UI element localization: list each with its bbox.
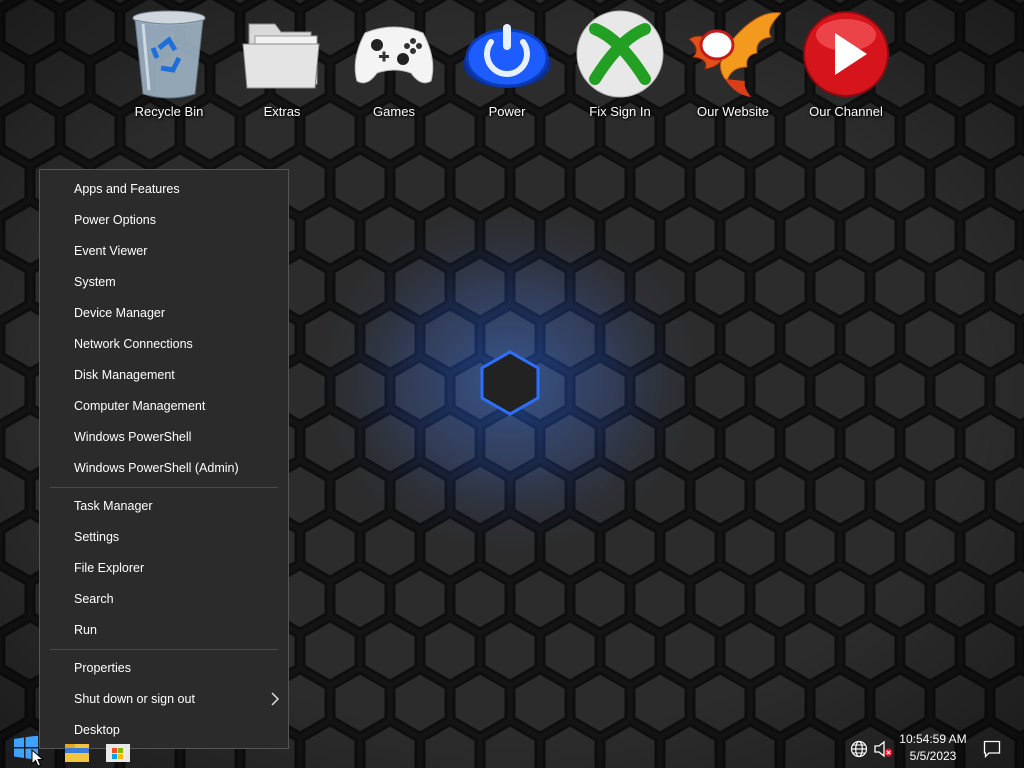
taskbar-clock[interactable]: 10:54:59 AM 5/5/2023: [895, 731, 971, 765]
desktop-icon-recycle-bin[interactable]: Recycle Bin: [121, 6, 217, 128]
play-icon: [798, 6, 894, 102]
desktop-icon-power[interactable]: Power: [459, 6, 555, 128]
menu-item-apps-and-features[interactable]: Apps and Features: [40, 174, 288, 204]
chevron-right-icon: [271, 692, 280, 706]
desktop-icon-label: Recycle Bin: [134, 104, 204, 119]
menu-item-system[interactable]: System: [40, 267, 288, 297]
network-globe-icon[interactable]: [850, 740, 868, 758]
gamepad-icon: [346, 6, 442, 102]
desktop-icon-label: Our Website: [696, 104, 769, 119]
menu-item-label: Shut down or sign out: [74, 692, 195, 706]
menu-separator: [50, 649, 278, 650]
menu-item-device-manager[interactable]: Device Manager: [40, 298, 288, 328]
desktop-icon-our-website[interactable]: Our Website: [685, 6, 781, 128]
menu-item-properties[interactable]: Properties: [40, 653, 288, 683]
folder-icon: [234, 6, 330, 102]
menu-item-file-explorer[interactable]: File Explorer: [40, 553, 288, 583]
desktop-icon-label: Our Channel: [809, 104, 883, 119]
clock-date: 5/5/2023: [909, 749, 957, 763]
menu-item-settings[interactable]: Settings: [40, 522, 288, 552]
mouse-cursor-icon: [31, 749, 45, 767]
menu-item-windows-powershell[interactable]: Windows PowerShell: [40, 422, 288, 452]
desktop-icon-extras[interactable]: Extras: [234, 6, 330, 128]
menu-item-event-viewer[interactable]: Event Viewer: [40, 236, 288, 266]
taskbar: [0, 728, 1024, 768]
menu-separator: [50, 487, 278, 488]
phoenix-icon: [685, 6, 781, 102]
recycle-bin-icon: [121, 6, 217, 102]
quick-link-menu: Apps and Features Power Options Event Vi…: [39, 169, 289, 749]
menu-item-shut-down-or-sign-out[interactable]: Shut down or sign out: [40, 684, 288, 714]
desktop-icon-label: Games: [373, 104, 415, 119]
desktop-icon-label: Power: [488, 104, 526, 119]
volume-muted-icon[interactable]: [874, 740, 894, 758]
desktop-icon-games[interactable]: Games: [346, 6, 442, 128]
menu-item-run[interactable]: Run: [40, 615, 288, 645]
menu-item-search[interactable]: Search: [40, 584, 288, 614]
power-icon: [459, 6, 555, 102]
menu-item-network-connections[interactable]: Network Connections: [40, 329, 288, 359]
file-explorer-icon[interactable]: [64, 742, 90, 762]
menu-item-windows-powershell-admin[interactable]: Windows PowerShell (Admin): [40, 453, 288, 483]
menu-item-disk-management[interactable]: Disk Management: [40, 360, 288, 390]
desktop-icon-our-channel[interactable]: Our Channel: [798, 6, 894, 128]
clock-time: 10:54:59 AM: [899, 732, 967, 746]
desktop-icon-fix-sign-in[interactable]: Fix Sign In: [572, 6, 668, 128]
action-center-icon[interactable]: [983, 740, 1001, 758]
menu-item-task-manager[interactable]: Task Manager: [40, 491, 288, 521]
menu-item-power-options[interactable]: Power Options: [40, 205, 288, 235]
desktop-icon-label: Fix Sign In: [589, 104, 651, 119]
store-icon[interactable]: [106, 742, 130, 762]
desktop-icon-label: Extras: [263, 104, 301, 119]
xbox-icon: [572, 6, 668, 102]
menu-item-computer-management[interactable]: Computer Management: [40, 391, 288, 421]
